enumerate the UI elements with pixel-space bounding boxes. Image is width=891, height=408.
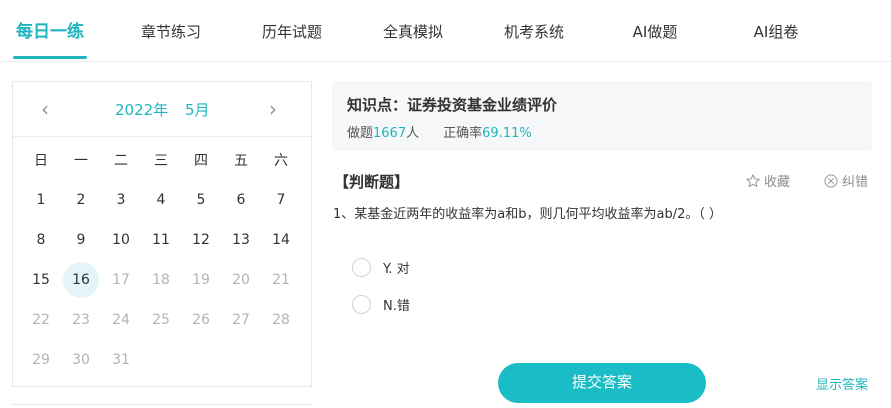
- question-text: 1、某基金近两年的收益率为a和b，则几何平均收益率为ab/2。（ ）: [333, 207, 722, 222]
- calendar-day[interactable]: 15: [23, 262, 59, 298]
- calendar-day[interactable]: 29: [23, 342, 59, 378]
- weekday-label: 五: [234, 153, 248, 169]
- chevron-right-icon[interactable]: ›: [269, 98, 277, 120]
- favorite-button[interactable]: 收藏: [745, 171, 790, 190]
- calendar-day[interactable]: 10: [103, 222, 139, 258]
- calendar-day[interactable]: 7: [263, 182, 299, 218]
- calendar-year[interactable]: 2022年: [115, 100, 168, 120]
- show-answer-link[interactable]: 显示答案: [816, 374, 868, 393]
- active-tab-indicator: [13, 56, 87, 59]
- weekday-label: 三: [154, 153, 168, 169]
- weekday-label: 六: [274, 153, 288, 169]
- tab-mock-exam[interactable]: 全真模拟: [383, 20, 443, 44]
- calendar-day[interactable]: 23: [63, 302, 99, 338]
- report-error-button[interactable]: 纠错: [823, 171, 868, 190]
- accuracy-label: 正确率: [443, 126, 483, 141]
- knowledge-point-stats: 做题1667人 正确率69.11%: [347, 122, 532, 141]
- star-icon: [746, 173, 760, 187]
- calendar-header: ‹ 2022年 5月 ›: [13, 82, 311, 137]
- calendar-day[interactable]: 3: [103, 182, 139, 218]
- tab-ai-practice[interactable]: AI做题: [633, 20, 678, 44]
- tab-daily-practice[interactable]: 每日一练: [16, 20, 84, 44]
- calendar-month[interactable]: 5月: [185, 100, 210, 120]
- calendar-day[interactable]: 30: [63, 342, 99, 378]
- weekday-label: 四: [194, 153, 208, 169]
- calendar-day[interactable]: 22: [23, 302, 59, 338]
- radio-button[interactable]: [352, 257, 371, 277]
- option-label: Y. 对: [383, 261, 410, 277]
- radio-button[interactable]: [352, 294, 371, 314]
- done-unit: 人: [406, 126, 420, 141]
- calendar-day[interactable]: 25: [143, 302, 179, 338]
- calendar-day[interactable]: 13: [223, 222, 259, 258]
- calendar: ‹ 2022年 5月 › 日一二三四五六 1 2 3 4 5 6 7 8 9 10 11 12 13 14 1…: [12, 81, 312, 387]
- weekday-label: 一: [74, 153, 88, 169]
- calendar-day[interactable]: 5: [183, 182, 219, 218]
- submit-answer-button[interactable]: 提交答案: [498, 363, 706, 403]
- calendar-day[interactable]: 1: [23, 182, 59, 218]
- calendar-day[interactable]: 12: [183, 222, 219, 258]
- accuracy-value: 69.11%: [482, 126, 532, 141]
- option-no[interactable]: N.错: [352, 293, 410, 315]
- calendar-day-today[interactable]: 16: [63, 262, 99, 298]
- calendar-day[interactable]: 11: [143, 222, 179, 258]
- calendar-day[interactable]: 14: [263, 222, 299, 258]
- calendar-day[interactable]: 28: [263, 302, 299, 338]
- done-count: 1667: [373, 126, 407, 141]
- calendar-day[interactable]: 9: [63, 222, 99, 258]
- knowledge-point-card: 知识点：证券投资基金业绩评价 做题1667人 正确率69.11%: [332, 81, 872, 151]
- calendar-day[interactable]: 6: [223, 182, 259, 218]
- calendar-day[interactable]: 24: [103, 302, 139, 338]
- question-type: 【判断题】: [334, 173, 410, 191]
- calendar-day[interactable]: 17: [103, 262, 139, 298]
- close-circle-icon: [824, 173, 838, 188]
- option-yes[interactable]: Y. 对: [352, 256, 410, 278]
- calendar-day[interactable]: 27: [223, 302, 259, 338]
- divider: [12, 404, 312, 405]
- tab-chapter-practice[interactable]: 章节练习: [141, 20, 201, 44]
- calendar-day[interactable]: 19: [183, 262, 219, 298]
- calendar-day[interactable]: 21: [263, 262, 299, 298]
- weekday-label: 日: [34, 153, 48, 169]
- option-label: N.错: [383, 298, 410, 314]
- top-tab-bar: 每日一练 章节练习 历年试题 全真模拟 机考系统 AI做题 AI组卷: [0, 0, 891, 62]
- tab-ai-paper[interactable]: AI组卷: [754, 20, 799, 44]
- calendar-day[interactable]: 31: [103, 342, 139, 378]
- calendar-day[interactable]: 20: [223, 262, 259, 298]
- done-label: 做题: [347, 126, 374, 141]
- calendar-day[interactable]: 2: [63, 182, 99, 218]
- knowledge-point-title: 知识点：证券投资基金业绩评价: [347, 96, 558, 114]
- report-label: 纠错: [842, 175, 869, 190]
- calendar-day[interactable]: 26: [183, 302, 219, 338]
- tab-past-exams[interactable]: 历年试题: [262, 20, 322, 44]
- calendar-day[interactable]: 4: [143, 182, 179, 218]
- weekday-label: 二: [114, 153, 128, 169]
- calendar-day[interactable]: 8: [23, 222, 59, 258]
- calendar-day[interactable]: 18: [143, 262, 179, 298]
- tab-computer-exam[interactable]: 机考系统: [504, 20, 564, 44]
- favorite-label: 收藏: [764, 175, 791, 190]
- chevron-left-icon[interactable]: ‹: [41, 98, 49, 120]
